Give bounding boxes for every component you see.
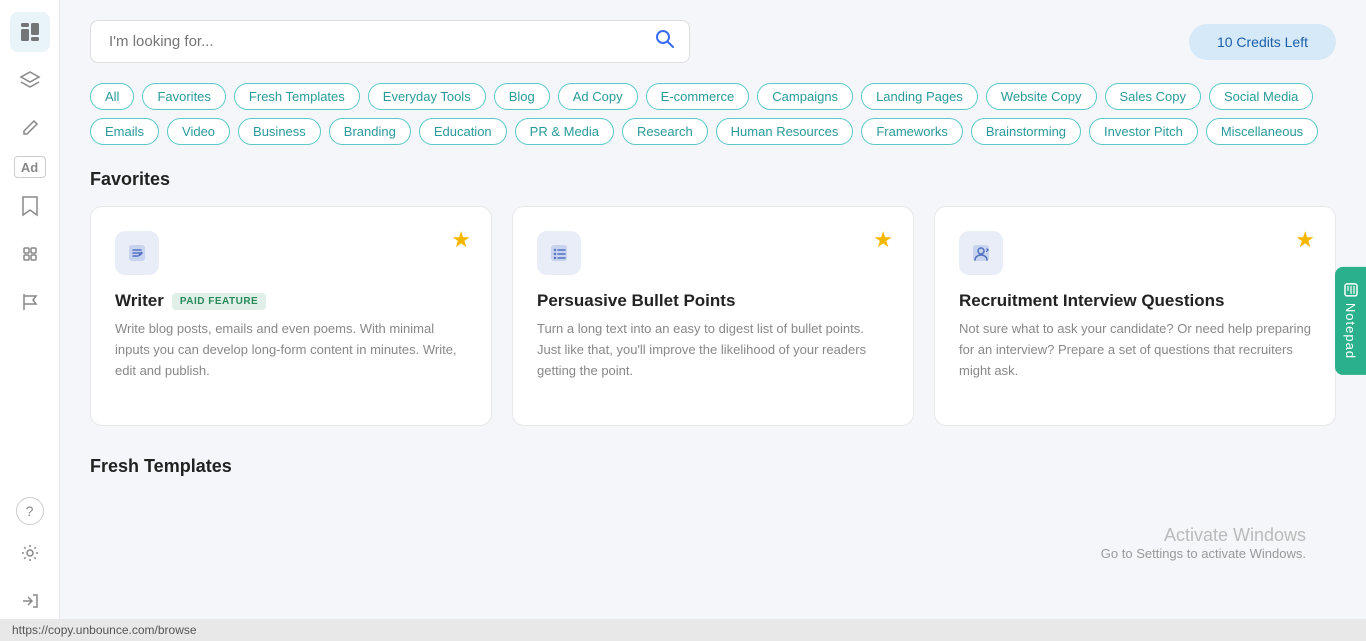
fresh-templates-heading: Fresh Templates: [90, 456, 1336, 477]
sidebar-item-layers[interactable]: [10, 60, 50, 100]
dashboard-icon: [19, 21, 41, 43]
card-recruitment-title: Recruitment Interview Questions: [959, 291, 1311, 311]
sidebar: Ad ?: [0, 0, 60, 641]
search-input[interactable]: [90, 20, 690, 63]
sidebar-item-plugin[interactable]: [10, 234, 50, 274]
help-icon: ?: [26, 503, 34, 519]
tag-miscellaneous[interactable]: Miscellaneous: [1206, 118, 1318, 145]
tag-ad-copy[interactable]: Ad Copy: [558, 83, 638, 110]
tag-research[interactable]: Research: [622, 118, 708, 145]
card-writer-desc: Write blog posts, emails and even poems.…: [115, 319, 467, 381]
tag-social-media[interactable]: Social Media: [1209, 83, 1313, 110]
card-writer[interactable]: ★ Writer PAID FEATURE Write blog posts, …: [90, 206, 492, 426]
notepad-button[interactable]: Notepad: [1335, 266, 1366, 374]
writer-icon: [126, 242, 148, 264]
card-recruitment-icon: [959, 231, 1003, 275]
plugin-icon: [19, 243, 41, 265]
tag-branding[interactable]: Branding: [329, 118, 411, 145]
tag-business[interactable]: Business: [238, 118, 321, 145]
settings-icon: [20, 543, 40, 563]
bullet-points-icon: [548, 242, 570, 264]
notepad-label: Notepad: [1343, 302, 1358, 358]
sidebar-item-bookmark[interactable]: [10, 186, 50, 226]
tag-favorites[interactable]: Favorites: [142, 83, 225, 110]
filter-tags: All Favorites Fresh Templates Everyday Tool…: [90, 83, 1336, 145]
tag-brainstorming[interactable]: Brainstorming: [971, 118, 1081, 145]
ad-label: Ad: [21, 160, 38, 175]
search-icon: [654, 28, 676, 50]
tag-pr-media[interactable]: PR & Media: [515, 118, 614, 145]
tag-investor-pitch[interactable]: Investor Pitch: [1089, 118, 1198, 145]
activate-windows-subtitle: Go to Settings to activate Windows.: [1101, 546, 1306, 561]
tag-landing-pages[interactable]: Landing Pages: [861, 83, 978, 110]
card-bullet-icon: [537, 231, 581, 275]
sidebar-item-dashboard[interactable]: [10, 12, 50, 52]
tag-human-resources[interactable]: Human Resources: [716, 118, 854, 145]
logout-icon: [20, 591, 40, 611]
sidebar-item-help[interactable]: ?: [16, 497, 44, 525]
status-bar: https://copy.unbounce.com/browse: [0, 619, 1366, 641]
tag-website-copy[interactable]: Website Copy: [986, 83, 1097, 110]
bookmark-icon: [21, 195, 39, 217]
tag-education[interactable]: Education: [419, 118, 507, 145]
credits-badge: 10 Credits Left: [1189, 24, 1336, 60]
search-row: 10 Credits Left: [90, 20, 1336, 63]
notepad-icon: [1344, 282, 1358, 296]
tag-campaigns[interactable]: Campaigns: [757, 83, 853, 110]
tag-e-commerce[interactable]: E-commerce: [646, 83, 750, 110]
paid-feature-badge: PAID FEATURE: [172, 293, 266, 310]
tag-frameworks[interactable]: Frameworks: [861, 118, 963, 145]
activate-windows-title: Activate Windows: [1101, 525, 1306, 546]
tag-blog[interactable]: Blog: [494, 83, 550, 110]
search-container: [90, 20, 690, 63]
sidebar-item-ad[interactable]: Ad: [14, 156, 46, 178]
activate-windows-overlay: Activate Windows Go to Settings to activ…: [1101, 525, 1306, 561]
card-bullet-title: Persuasive Bullet Points: [537, 291, 889, 311]
recruitment-icon: [970, 242, 992, 264]
favorites-grid: ★ Writer PAID FEATURE Write blog posts, …: [90, 206, 1336, 426]
tag-emails[interactable]: Emails: [90, 118, 159, 145]
search-button[interactable]: [654, 28, 676, 56]
tag-everyday-tools[interactable]: Everyday Tools: [368, 83, 486, 110]
card-writer-star[interactable]: ★: [451, 227, 471, 253]
card-writer-icon: [115, 231, 159, 275]
main-content: 10 Credits Left All Favorites Fresh Templa…: [60, 0, 1366, 641]
tag-fresh-templates[interactable]: Fresh Templates: [234, 83, 360, 110]
tag-video[interactable]: Video: [167, 118, 230, 145]
layers-icon: [19, 69, 41, 91]
card-persuasive-bullet-points[interactable]: ★ Persuasive Bullet Points Turn a long t…: [512, 206, 914, 426]
card-recruitment[interactable]: ★ Recruitment Interview Questions Not su…: [934, 206, 1336, 426]
tag-all[interactable]: All: [90, 83, 134, 110]
card-recruitment-star[interactable]: ★: [1295, 227, 1315, 253]
flag-icon: [20, 292, 40, 312]
sidebar-item-settings[interactable]: [10, 533, 50, 573]
card-bullet-desc: Turn a long text into an easy to digest …: [537, 319, 889, 381]
card-recruitment-desc: Not sure what to ask your candidate? Or …: [959, 319, 1311, 381]
sidebar-item-flag[interactable]: [10, 282, 50, 322]
favorites-heading: Favorites: [90, 169, 1336, 190]
edit-icon: [20, 118, 40, 138]
sidebar-item-edit[interactable]: [10, 108, 50, 148]
card-bullet-star[interactable]: ★: [873, 227, 893, 253]
card-writer-title: Writer PAID FEATURE: [115, 291, 467, 311]
sidebar-item-logout[interactable]: [10, 581, 50, 621]
tag-sales-copy[interactable]: Sales Copy: [1105, 83, 1201, 110]
status-url: https://copy.unbounce.com/browse: [12, 623, 197, 637]
